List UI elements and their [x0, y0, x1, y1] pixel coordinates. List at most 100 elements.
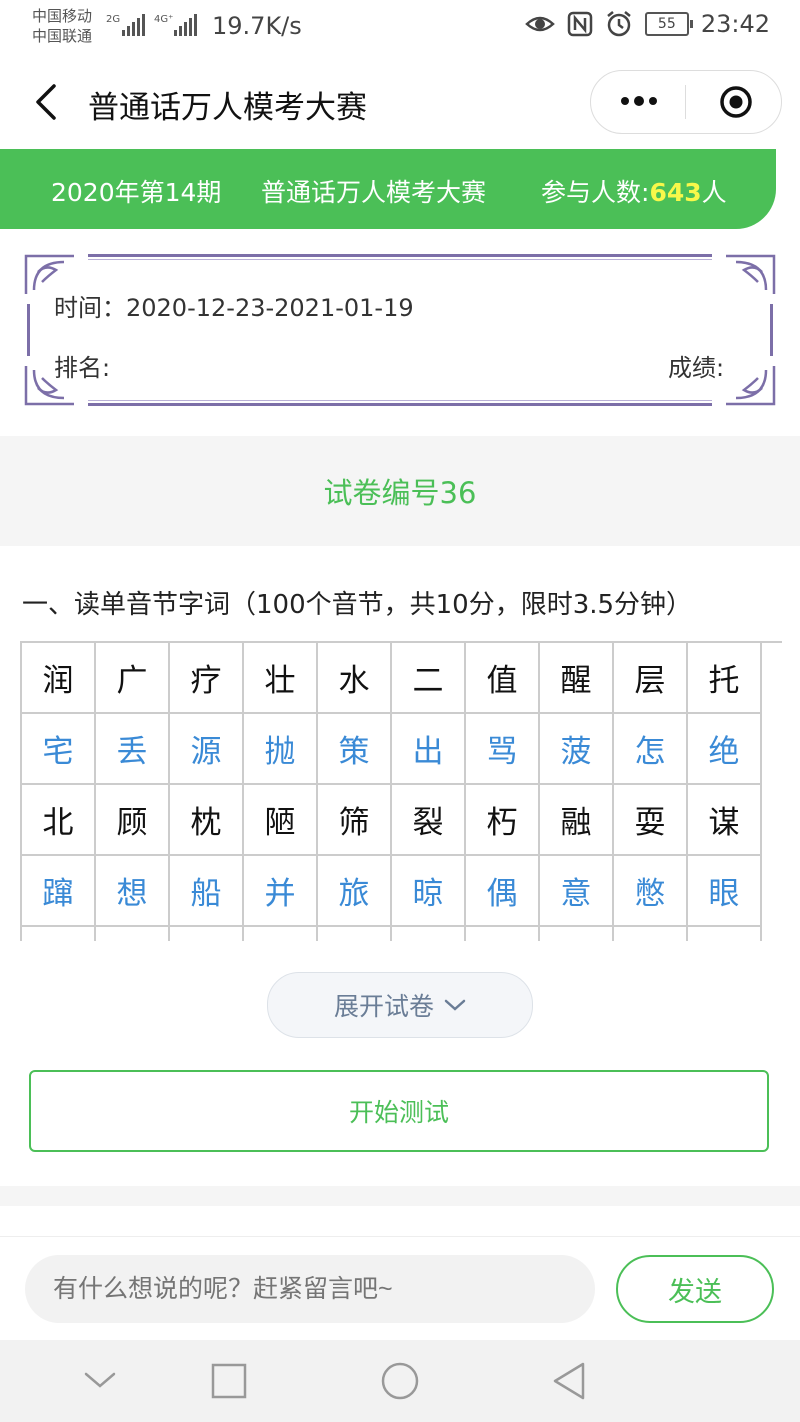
grid-cell: 筛: [318, 785, 392, 856]
grid-cell: [540, 927, 614, 941]
grid-cell: 蹿: [22, 856, 96, 927]
clock: 23:42: [700, 10, 770, 38]
page-title: 普通话万人模考大赛: [88, 90, 367, 126]
grid-cell: 源: [170, 714, 244, 785]
grid-cell: 值: [466, 643, 540, 714]
grid-cell: [244, 927, 318, 941]
grid-cell: 壮: [244, 643, 318, 714]
back-arrow-icon[interactable]: [30, 80, 70, 124]
grid-cell: 船: [170, 856, 244, 927]
close-miniprogram-icon[interactable]: [719, 85, 753, 119]
grid-cell: [170, 927, 244, 941]
mini-program-capsule: [590, 70, 782, 134]
status-bar: 中国移动 中国联通 2G 4G⁺ 19.7K/s 55 23:42: [0, 0, 800, 56]
grid-cell: [392, 927, 466, 941]
network-type-2: 4G⁺: [154, 14, 173, 25]
more-icon[interactable]: [617, 89, 661, 113]
grid-cell: 骂: [466, 714, 540, 785]
grid-cell: 托: [688, 643, 762, 714]
carrier-info: 中国移动 中国联通: [32, 6, 92, 46]
signal-icon-2g: 2G: [106, 14, 145, 36]
paper-number: 试卷编号36: [323, 476, 477, 510]
grid-cell: 宅: [22, 714, 96, 785]
rank-label: 排名:: [54, 354, 111, 382]
grid-cell: [96, 927, 170, 941]
time-row: 时间：2020-12-23-2021-01-19: [54, 288, 414, 323]
grid-cell: 二: [392, 643, 466, 714]
grid-cell: 耍: [614, 785, 688, 856]
network-speed: 19.7K/s: [212, 12, 302, 40]
comment-bar: 发送: [0, 1236, 800, 1341]
grid-cell: 润: [22, 643, 96, 714]
grid-cell: 菠: [540, 714, 614, 785]
comment-input[interactable]: [25, 1255, 595, 1323]
grid-cell: 顾: [96, 785, 170, 856]
paper-number-section: 试卷编号36: [0, 436, 800, 546]
issue-label: 2020年第14期: [51, 178, 222, 207]
decorative-frame: [24, 254, 776, 406]
grid-cell: 陋: [244, 785, 318, 856]
back-icon[interactable]: [551, 1361, 587, 1401]
alarm-icon: [607, 11, 631, 37]
grid-cell: 偶: [466, 856, 540, 927]
participants-label: 参与人数:: [541, 178, 650, 207]
recent-apps-icon[interactable]: [211, 1363, 247, 1399]
section-divider: [0, 1186, 800, 1206]
carrier-2: 中国联通: [32, 27, 93, 45]
signal-icon-4g: 4G⁺: [154, 14, 197, 36]
navigation-bar: 普通话万人模考大赛: [0, 56, 800, 148]
grid-cell: 谋: [688, 785, 762, 856]
participants-unit: 人: [701, 178, 727, 207]
grid-cell: 北: [22, 785, 96, 856]
nfc-icon: [567, 11, 593, 37]
system-navigation-bar: [0, 1340, 800, 1422]
capsule-divider: [685, 85, 686, 119]
grid-cell: 憋: [614, 856, 688, 927]
time-label: 时间：: [54, 294, 126, 322]
grid-cell: 层: [614, 643, 688, 714]
grid-cell: 醒: [540, 643, 614, 714]
carrier-1: 中国移动: [32, 7, 93, 25]
start-test-label: 开始测试: [348, 1098, 449, 1127]
chevron-down-icon: [444, 999, 466, 1011]
grid-cell: 裂: [392, 785, 466, 856]
home-icon[interactable]: [380, 1361, 420, 1401]
expand-paper-button[interactable]: 展开试卷: [267, 972, 533, 1038]
grid-cell: 抛: [244, 714, 318, 785]
grid-cell: [318, 927, 392, 941]
participants-count: 643: [649, 178, 702, 207]
grid-cell: 出: [392, 714, 466, 785]
grid-cell: 融: [540, 785, 614, 856]
section-1-title: 一、读单音节字词（100个音节，共10分，限时3.5分钟）: [22, 590, 693, 620]
grid-cell: [688, 927, 762, 941]
send-button[interactable]: 发送: [616, 1255, 774, 1323]
grid-cell: 绝: [688, 714, 762, 785]
contest-name: 普通话万人模考大赛: [261, 178, 487, 207]
start-test-button[interactable]: 开始测试: [29, 1070, 769, 1152]
grid-cell: 旅: [318, 856, 392, 927]
grid-cell: 水: [318, 643, 392, 714]
grid-cell: 朽: [466, 785, 540, 856]
time-value: 2020-12-23-2021-01-19: [126, 294, 414, 322]
grid-cell: 广: [96, 643, 170, 714]
grid-cell: 枕: [170, 785, 244, 856]
contest-banner: 2020年第14期 普通话万人模考大赛 参与人数:643人: [0, 149, 776, 229]
grid-cell: [466, 927, 540, 941]
character-grid: 润广疗壮水二值醒层托宅丢源抛策出骂菠怎绝北顾枕陋筛裂朽融耍谋蹿想船并旅晾偶意憋眼: [20, 641, 782, 941]
grid-cell: 怎: [614, 714, 688, 785]
grid-cell: 眼: [688, 856, 762, 927]
grid-cell: 并: [244, 856, 318, 927]
expand-paper-label: 展开试卷: [333, 992, 434, 1021]
network-type-1: 2G: [106, 14, 120, 25]
eye-icon: [524, 16, 555, 32]
grid-cell: 疗: [170, 643, 244, 714]
battery-indicator: 55: [644, 12, 693, 36]
info-card: 时间：2020-12-23-2021-01-19 排名: 成绩:: [24, 250, 776, 410]
hide-keyboard-icon[interactable]: [82, 1368, 118, 1392]
score-label: 成绩:: [668, 354, 725, 382]
participants: 参与人数:643人: [541, 173, 727, 209]
grid-cell: 策: [318, 714, 392, 785]
grid-cell: 想: [96, 856, 170, 927]
grid-cell: 丢: [96, 714, 170, 785]
grid-cell: [22, 927, 96, 941]
